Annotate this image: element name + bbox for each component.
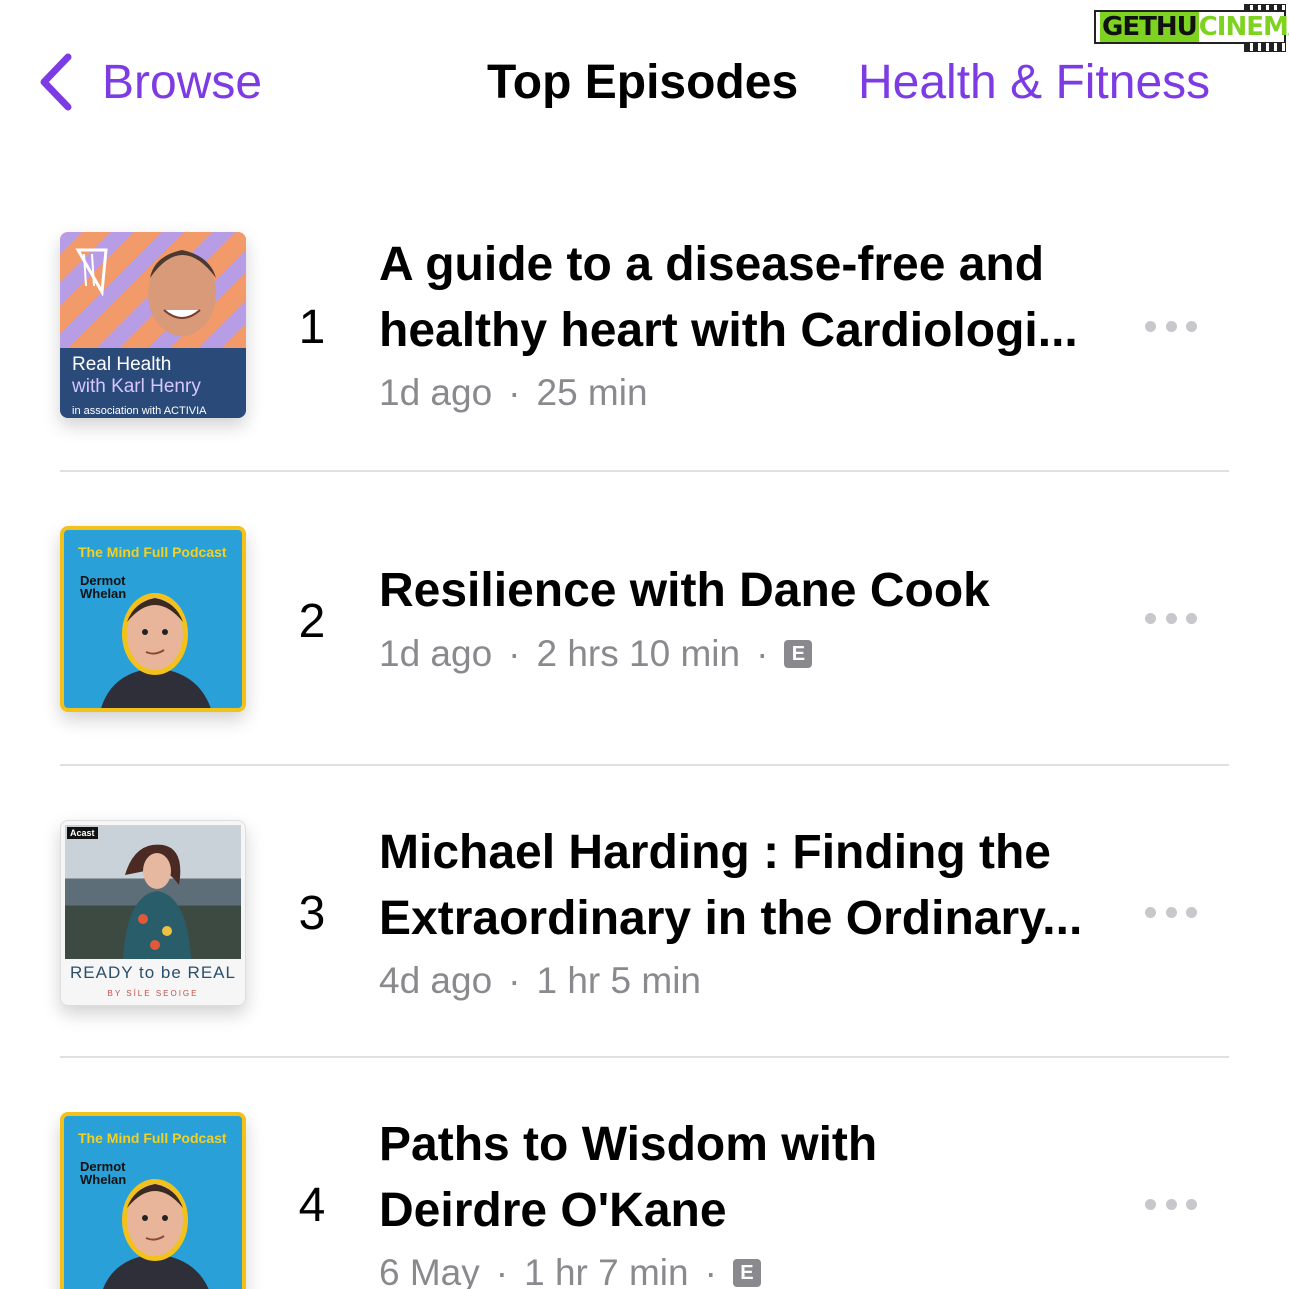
episode-row[interactable]: The Mind Full Podcast Dermot Whelan 4 Pa… <box>0 1112 1289 1289</box>
episode-title: Paths to Wisdom with <box>379 1118 878 1171</box>
more-ellipsis-icon <box>1145 612 1156 624</box>
rank-number: 1 <box>298 301 326 354</box>
episode-meta: 1d ago · 2 hrs 10 min · E <box>379 631 813 677</box>
more-ellipsis-icon <box>1145 320 1156 332</box>
more-button[interactable] <box>1145 316 1197 336</box>
episode-title: Deirdre O'Kane <box>379 1184 727 1237</box>
more-button[interactable] <box>1145 1194 1197 1214</box>
navigation-bar: Browse Top Episodes Health & Fitness <box>0 0 1289 140</box>
podcast-artwork: The Mind Full Podcast Dermot Whelan <box>60 1112 246 1289</box>
episode-title: healthy heart with Cardiologi... <box>379 304 1078 357</box>
artwork-text: BY SÍLE SEOIGE <box>107 989 199 998</box>
harp-icon <box>75 248 108 296</box>
explicit-badge: E <box>732 1259 761 1287</box>
episode-meta: 4d ago · 1 hr 5 min <box>379 958 701 1004</box>
category-link[interactable]: Health & Fitness <box>858 55 1210 111</box>
episode-age: 4d ago <box>379 960 493 1001</box>
chevron-left-icon <box>40 53 72 111</box>
episode-meta: 1d ago · 25 min <box>379 370 648 416</box>
acast-badge: Acast <box>67 827 98 839</box>
artwork-text: READY to be REAL <box>70 963 236 982</box>
episode-age: 6 May <box>379 1252 480 1289</box>
episode-title: Resilience with Dane Cook <box>379 564 990 617</box>
episode-meta: 6 May · 1 hr 7 min · E <box>379 1250 761 1289</box>
artwork-text: The Mind Full Podcast <box>78 544 227 560</box>
rank-number: 3 <box>298 887 326 940</box>
episode-row[interactable]: Real Health with Karl Henry in associati… <box>0 232 1289 472</box>
rank-number: 2 <box>298 595 326 648</box>
host-figure <box>123 844 191 959</box>
artwork-text: with Karl Henry <box>72 376 201 397</box>
artwork-text: in association with ACTIVIA <box>72 405 207 417</box>
rank-number: 4 <box>298 1179 326 1232</box>
page-title: Top Episodes <box>487 56 799 109</box>
host-photo <box>102 1179 209 1289</box>
episode-duration: 25 min <box>536 372 648 413</box>
episode-row[interactable]: The Mind Full Podcast Dermot Whelan 2 Re… <box>0 526 1289 766</box>
podcast-artwork: Acast READY to be REAL BY SÍLE SEOIGE <box>60 820 246 1006</box>
more-button[interactable] <box>1145 608 1197 628</box>
more-ellipsis-icon <box>1145 1198 1156 1210</box>
divider <box>60 470 1229 472</box>
more-button[interactable] <box>1145 902 1197 922</box>
explicit-badge: E <box>784 640 813 668</box>
back-button[interactable]: Browse <box>38 52 262 112</box>
episode-duration: 1 hr 5 min <box>536 960 702 1001</box>
episode-age: 1d ago <box>379 372 493 413</box>
podcast-artwork: The Mind Full Podcast Dermot Whelan <box>60 526 246 712</box>
episode-row[interactable]: Acast READY to be REAL BY SÍLE SEOIGE 3 … <box>0 820 1289 1060</box>
episode-duration: 1 hr 7 min <box>524 1252 689 1289</box>
artwork-text: Real Health <box>72 354 172 375</box>
episode-title: Michael Harding : Finding the <box>379 826 1051 879</box>
divider <box>60 764 1229 766</box>
episode-title: A guide to a disease-free and <box>379 238 1045 291</box>
podcast-artwork: Real Health with Karl Henry in associati… <box>60 232 246 418</box>
more-ellipsis-icon <box>1145 906 1156 918</box>
host-photo <box>101 593 211 708</box>
episode-age: 1d ago <box>379 633 493 674</box>
episode-duration: 2 hrs 10 min <box>536 633 741 674</box>
back-label: Browse <box>102 55 263 109</box>
artwork-text: The Mind Full Podcast <box>78 1130 227 1146</box>
divider <box>60 1056 1229 1058</box>
episode-title: Extraordinary in the Ordinary... <box>379 892 1083 945</box>
